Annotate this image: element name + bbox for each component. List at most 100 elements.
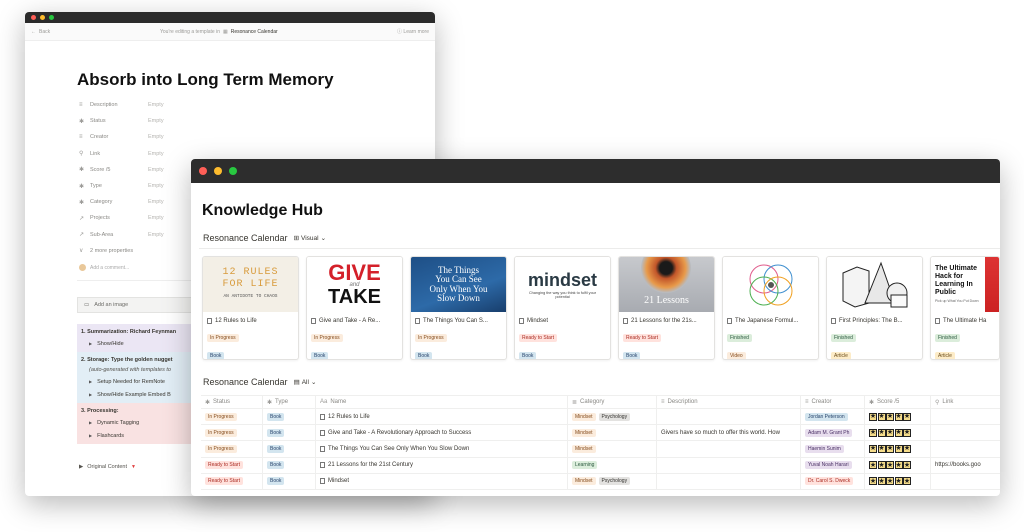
cell-description[interactable] <box>657 441 801 457</box>
cell-link[interactable]: https://books.goo <box>931 458 1000 473</box>
cell-link[interactable] <box>931 425 1000 440</box>
cell-name[interactable]: Mindset <box>316 473 568 489</box>
column-name[interactable]: Aa Name <box>316 396 568 408</box>
property-row[interactable]: ✱ Status Empty <box>79 113 379 129</box>
column-type[interactable]: ✱ Type <box>263 396 316 408</box>
cell-category[interactable]: Mindset Psychology <box>568 409 657 425</box>
page-title[interactable]: Absorb into Long Term Memory <box>77 70 334 90</box>
status-badge: In Progress <box>415 334 447 342</box>
text-icon: ≡ <box>661 399 665 405</box>
cell-category[interactable]: Mindset <box>568 425 657 441</box>
cell-status[interactable]: In Progress <box>201 425 263 441</box>
star-rating: ★ ★ ★ ★ ★ <box>869 461 911 470</box>
close-window-icon[interactable] <box>199 167 207 175</box>
cell-creator[interactable]: Dr. Carol S. Dweck <box>801 473 865 489</box>
maximize-window-icon[interactable] <box>229 167 237 175</box>
cell-score[interactable]: ★ ★ ★ ★ ★ <box>865 409 931 425</box>
cell-score[interactable]: ★ ★ ★ ★ ★ <box>865 457 931 473</box>
cell-creator[interactable]: Yuval Noah Harari <box>801 457 865 473</box>
cell-status[interactable]: Ready to Start <box>201 457 263 473</box>
cell-category[interactable]: Mindset Psychology <box>568 473 657 489</box>
maximize-window-icon[interactable] <box>49 15 54 20</box>
cell-score[interactable]: ★ ★ ★ ★ ★ <box>865 425 931 441</box>
property-row[interactable]: ≡ Creator Empty <box>79 129 379 145</box>
cell-status[interactable]: In Progress <box>201 441 263 457</box>
add-comment-field[interactable]: Add a comment... <box>79 264 129 271</box>
property-value[interactable]: Empty <box>148 134 164 140</box>
gallery-card[interactable]: The Things You Can See Only When You Slo… <box>410 256 507 360</box>
cell-name[interactable]: Give and Take - A Revolutionary Approach… <box>316 425 568 441</box>
cell-score[interactable]: ★ ★ ★ ★ ★ <box>865 441 931 457</box>
cell-description[interactable] <box>657 473 801 489</box>
property-value[interactable]: Empty <box>148 118 164 124</box>
cell-type[interactable]: Book <box>263 457 316 473</box>
cell-type[interactable]: Book <box>263 473 316 489</box>
property-value[interactable]: Empty <box>148 167 164 173</box>
table-row[interactable]: Ready to Start Book Mindset Mindset Psycholo… <box>201 473 1000 490</box>
view-switcher-visual[interactable]: ⊞ Visual ⌄ <box>294 234 327 243</box>
gallery-view: 12 RULES FOR LIFE AN ANTIDOTE TO CHAOS 12… <box>202 256 1000 360</box>
star-icon: ★ <box>877 428 886 437</box>
card-status-line: Finished <box>727 326 814 344</box>
cell-description[interactable] <box>657 409 801 425</box>
cell-link[interactable] <box>931 441 1000 456</box>
property-value[interactable]: Empty <box>148 232 164 238</box>
gallery-card[interactable]: 12 RULES FOR LIFE AN ANTIDOTE TO CHAOS 12… <box>202 256 299 360</box>
cell-creator[interactable]: Adam M. Grant Ph <box>801 425 865 441</box>
table-row[interactable]: In Progress Book The Things You Can See On… <box>201 441 1000 458</box>
property-row[interactable]: ≡ Description Empty <box>79 97 379 113</box>
cell-link[interactable] <box>931 474 1000 489</box>
learn-more-link[interactable]: ⓘ Learn more <box>397 28 429 35</box>
cell-category[interactable]: Mindset <box>568 441 657 457</box>
cell-type[interactable]: Book <box>263 441 316 457</box>
column-description[interactable]: ≡ Description <box>657 396 801 408</box>
column-link[interactable]: ⚲ Link <box>931 396 1000 408</box>
property-value[interactable]: Empty <box>148 151 164 157</box>
gallery-card[interactable]: mindset Changing the way you think to fu… <box>514 256 611 360</box>
back-button[interactable]: ← Back <box>31 29 50 35</box>
cell-name[interactable]: 12 Rules to Life <box>316 409 568 425</box>
view-switcher-all[interactable]: ▤ All ⌄ <box>294 378 317 387</box>
card-type-line: Book <box>519 344 606 359</box>
gallery-view-header: Resonance Calendar ⊞ Visual ⌄ <box>203 233 326 243</box>
cell-type[interactable]: Book <box>263 409 316 425</box>
cell-description[interactable]: Givers have so much to offer this world.… <box>657 425 801 441</box>
cell-type[interactable]: Book <box>263 425 316 441</box>
property-value[interactable]: Empty <box>148 199 164 205</box>
column-score[interactable]: ✱ Score /5 <box>865 396 931 408</box>
gallery-card[interactable]: 21 Lessons 21 Lessons for the 21s... Ready… <box>618 256 715 360</box>
table-row[interactable]: Ready to Start Book 21 Lessons for the 21s… <box>201 457 1000 474</box>
table-row[interactable]: In Progress Book 12 Rules to Life Mindset Ps… <box>201 409 1000 426</box>
cell-description[interactable] <box>657 457 801 473</box>
minimize-window-icon[interactable] <box>214 167 222 175</box>
database-title[interactable]: Resonance Calendar <box>203 377 288 387</box>
database-link[interactable]: Resonance Calendar <box>231 29 278 35</box>
cell-status[interactable]: In Progress <box>201 409 263 425</box>
column-status[interactable]: ✱ Status <box>201 396 263 408</box>
cell-name[interactable]: 21 Lessons for the 21st Century <box>316 457 568 473</box>
page-title[interactable]: Knowledge Hub <box>202 202 323 220</box>
venn-diagram <box>749 264 792 305</box>
type-badge: Book <box>311 352 329 359</box>
gallery-card[interactable]: The Ultimate Hack for Learning In Public… <box>930 256 1000 360</box>
cell-creator[interactable]: Jordan Peterson <box>801 409 865 425</box>
cell-status[interactable]: Ready to Start <box>201 473 263 489</box>
cell-name[interactable]: The Things You Can See Only When You Slo… <box>316 441 568 457</box>
property-value[interactable]: Empty <box>148 102 164 108</box>
table-row[interactable]: In Progress Book Give and Take - A Revolut… <box>201 425 1000 442</box>
database-title[interactable]: Resonance Calendar <box>203 233 288 243</box>
minimize-window-icon[interactable] <box>40 15 45 20</box>
gallery-card[interactable]: GIVE and TAKE Give and Take - A Re... In P… <box>306 256 403 360</box>
column-category[interactable]: ≣ Category <box>568 396 657 408</box>
cell-link[interactable] <box>931 409 1000 424</box>
cell-category[interactable]: Learning <box>568 457 657 473</box>
cell-score[interactable]: ★ ★ ★ ★ ★ <box>865 473 931 489</box>
property-value[interactable]: Empty <box>148 183 164 189</box>
cell-creator[interactable]: Haemin Sunim <box>801 441 865 457</box>
original-content-toggle[interactable]: ▶ Original Content ▼ <box>79 464 136 470</box>
gallery-card[interactable]: First Principles: The B... Finished Articl… <box>826 256 923 360</box>
column-creator[interactable]: ≡ Creator <box>801 396 865 408</box>
gallery-card[interactable]: The Japanese Formul... Finished Video <box>722 256 819 360</box>
close-window-icon[interactable] <box>31 15 36 20</box>
property-value[interactable]: Empty <box>148 215 164 221</box>
